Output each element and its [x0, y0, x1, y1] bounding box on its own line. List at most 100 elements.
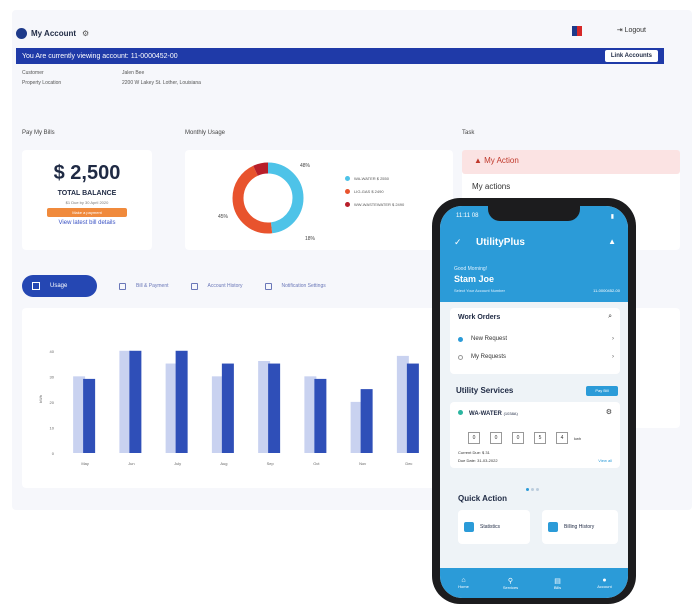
bar-series-2[interactable]	[314, 378, 327, 453]
my-action-item[interactable]: ▲ My Action	[462, 150, 680, 174]
billing-history-label: Billing History	[564, 524, 595, 530]
legend-label: WW-WASTEWATER $ 2490	[354, 202, 405, 207]
billing-history-icon	[548, 522, 558, 532]
bell-icon	[264, 282, 272, 290]
legend-dot	[345, 189, 350, 194]
link-accounts-label: Link Accounts	[610, 53, 652, 59]
work-orders-card: Work Orders ⌕ New Request › My Requests ›	[450, 308, 620, 374]
bar-series-2[interactable]	[129, 350, 142, 453]
view-all-link[interactable]: View all	[598, 458, 612, 463]
nav-services[interactable]: ⚲ Services	[493, 577, 529, 590]
usage-icon	[32, 282, 40, 290]
service-row: WA-WATER (1038A)	[458, 410, 518, 417]
y-tick-label: 0	[52, 451, 55, 456]
bar-series-2[interactable]	[406, 363, 419, 453]
banner-text: You Are currently viewing account: 11-00…	[22, 52, 178, 60]
account-banner: You Are currently viewing account: 11-00…	[16, 48, 664, 64]
bill-icon	[119, 282, 126, 290]
legend-gas: LIG-GAS $ 2490	[345, 189, 384, 194]
gear-icon[interactable]: ⚙	[82, 29, 89, 38]
tab-notifications[interactable]: Notification Settings	[264, 282, 326, 290]
meter-digit: 0	[468, 432, 480, 444]
search-icon[interactable]: ⌕	[608, 313, 612, 321]
x-tick-label: Dec	[405, 461, 412, 466]
new-request-label: New Request	[471, 336, 508, 342]
y-tick-label: 40	[50, 349, 55, 354]
usage-bar-chart: 40 30 20 10 0 kWh May Jun July Aug Sep Oct Nov Dec	[38, 349, 419, 466]
bell-icon[interactable]: ▲	[608, 237, 616, 246]
logout-button[interactable]: ⇥ Logout	[611, 24, 652, 36]
link-accounts-button[interactable]: Link Accounts	[604, 50, 658, 62]
y-tick-label: 20	[50, 400, 55, 405]
flag-icon[interactable]	[572, 26, 582, 36]
account-number[interactable]: 11-0000452-00	[593, 288, 620, 293]
make-payment-button[interactable]: Make a payment	[47, 208, 127, 217]
tab-history[interactable]: Account History	[190, 282, 243, 290]
meter-digit: 0	[490, 432, 502, 444]
legend-dot	[345, 176, 350, 181]
bills-icon: ▤	[554, 577, 561, 585]
due-date-mobile: Due Date: 31-03-2022	[458, 458, 498, 463]
bar-series-2[interactable]	[83, 378, 96, 453]
my-requests-item[interactable]: My Requests ›	[458, 354, 614, 360]
user-name: Stam Joe	[454, 274, 495, 284]
x-tick-label: Sep	[267, 461, 275, 466]
task-title: Task	[462, 130, 475, 136]
view-bill-link[interactable]: View latest bill details	[22, 220, 152, 226]
phone-screen: 11:11 08 ▮ ✓ UtilityPlus ▲ Good Morning!…	[440, 206, 628, 598]
bar-series-2[interactable]	[175, 350, 188, 453]
logout-label: Logout	[624, 27, 646, 34]
radio-icon	[458, 336, 463, 342]
billing-history-button[interactable]: Billing History	[542, 510, 618, 544]
tab-bill[interactable]: Bill & Payment	[119, 282, 169, 290]
y-tick-label: 10	[50, 425, 55, 430]
tab-usage-label: Usage	[50, 283, 68, 289]
x-tick-label: July	[174, 461, 181, 466]
x-tick-label: Oct	[313, 461, 320, 466]
radio-icon	[458, 354, 463, 360]
new-request-item[interactable]: New Request ›	[458, 336, 614, 342]
y-tick-label: 30	[50, 374, 55, 379]
my-requests-label: My Requests	[471, 354, 507, 360]
work-orders-title: Work Orders	[458, 314, 501, 321]
gear-icon[interactable]: ⚙	[606, 408, 612, 416]
nav-bills[interactable]: ▤ Bills	[540, 577, 576, 590]
nav-home[interactable]: ⌂ Home	[446, 577, 482, 589]
legend-label: WA-WATER $ 2550	[354, 176, 389, 181]
utility-services-title: Utility Services	[456, 386, 514, 395]
usage-chart-card: 40 30 20 10 0 kWh May Jun July Aug Sep Oct Nov Dec	[22, 308, 442, 488]
tab-bar: Usage Bill & Payment Account History Not…	[22, 275, 326, 297]
x-tick-label: Nov	[359, 461, 366, 466]
tab-usage[interactable]: Usage	[22, 275, 97, 297]
nav-label: Bills	[553, 584, 562, 590]
balance-amount: $ 2,500	[53, 162, 121, 184]
check-icon: ✓	[454, 237, 462, 247]
account-icon: ●	[602, 577, 607, 584]
pay-bills-title: Pay My Bills	[22, 130, 55, 136]
balance-label: TOTAL BALANCE	[57, 190, 117, 197]
status-time: 11:11 08	[456, 213, 479, 219]
account-header: My Account ⚙ ⇥ Logout	[16, 20, 664, 46]
my-actions-item[interactable]: My actions	[472, 182, 510, 191]
bar-series-2[interactable]	[268, 363, 281, 453]
nav-account[interactable]: ● Account	[587, 577, 623, 589]
pay-bill-button[interactable]: Pay Bill	[586, 386, 618, 396]
service-name: WA-WATER	[469, 411, 502, 417]
location-row: Property Location 2200 W Lakey St. Lother…	[22, 80, 282, 86]
side-card	[632, 308, 680, 428]
tab-history-label: Account History	[207, 283, 243, 289]
nav-label: Account	[597, 584, 612, 589]
pct-bottom: 18%	[305, 236, 316, 242]
greeting: Good Morning!	[454, 266, 488, 272]
nav-label: Services	[502, 584, 519, 590]
chevron-right-icon: ›	[612, 336, 614, 342]
bar-series-2[interactable]	[221, 363, 234, 453]
services-icon: ⚲	[507, 577, 514, 585]
bar-series-2[interactable]	[360, 389, 373, 453]
customer-value: Jalen Bee	[122, 70, 145, 76]
tab-bill-label: Bill & Payment	[136, 283, 169, 289]
pct-left: 45%	[218, 214, 229, 220]
phone-notch	[488, 205, 580, 221]
statistics-button[interactable]: Statistics	[458, 510, 530, 544]
history-icon	[190, 282, 198, 290]
